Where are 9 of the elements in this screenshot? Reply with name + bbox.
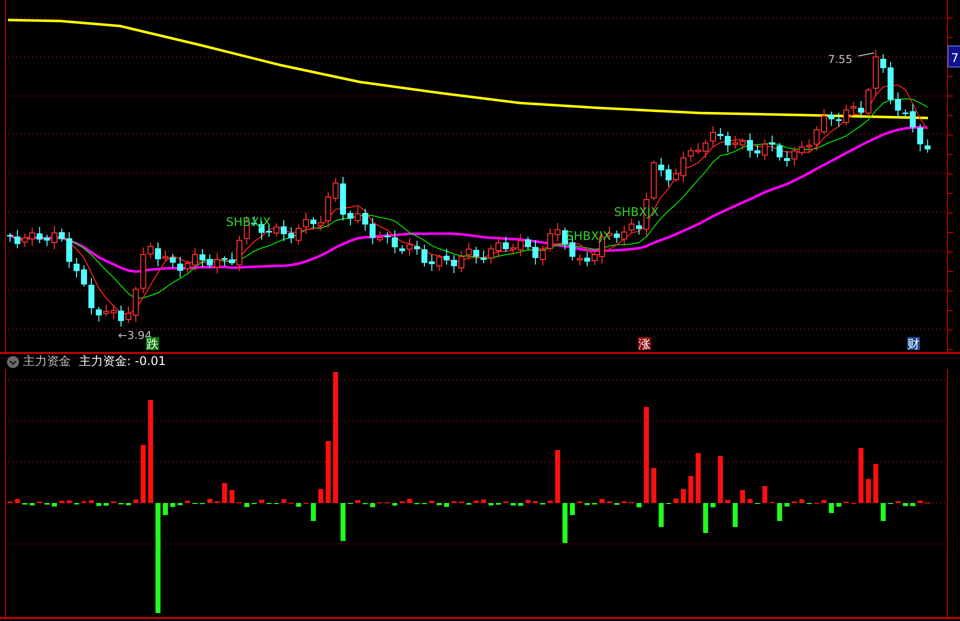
finance-signal-badge: 财 bbox=[907, 337, 920, 351]
collapse-icon[interactable] bbox=[7, 356, 19, 368]
up-signal-badge: 涨 bbox=[638, 337, 651, 351]
down-signal-badge: 跌 bbox=[146, 337, 159, 351]
indicator-reading: 主力资金: -0.01 bbox=[79, 354, 166, 369]
axis-price-label: 7 bbox=[948, 46, 960, 68]
indicator-name: 主力资金 bbox=[23, 354, 71, 369]
leader-line bbox=[858, 52, 874, 56]
high-price-marker: 7.55 bbox=[828, 53, 852, 66]
